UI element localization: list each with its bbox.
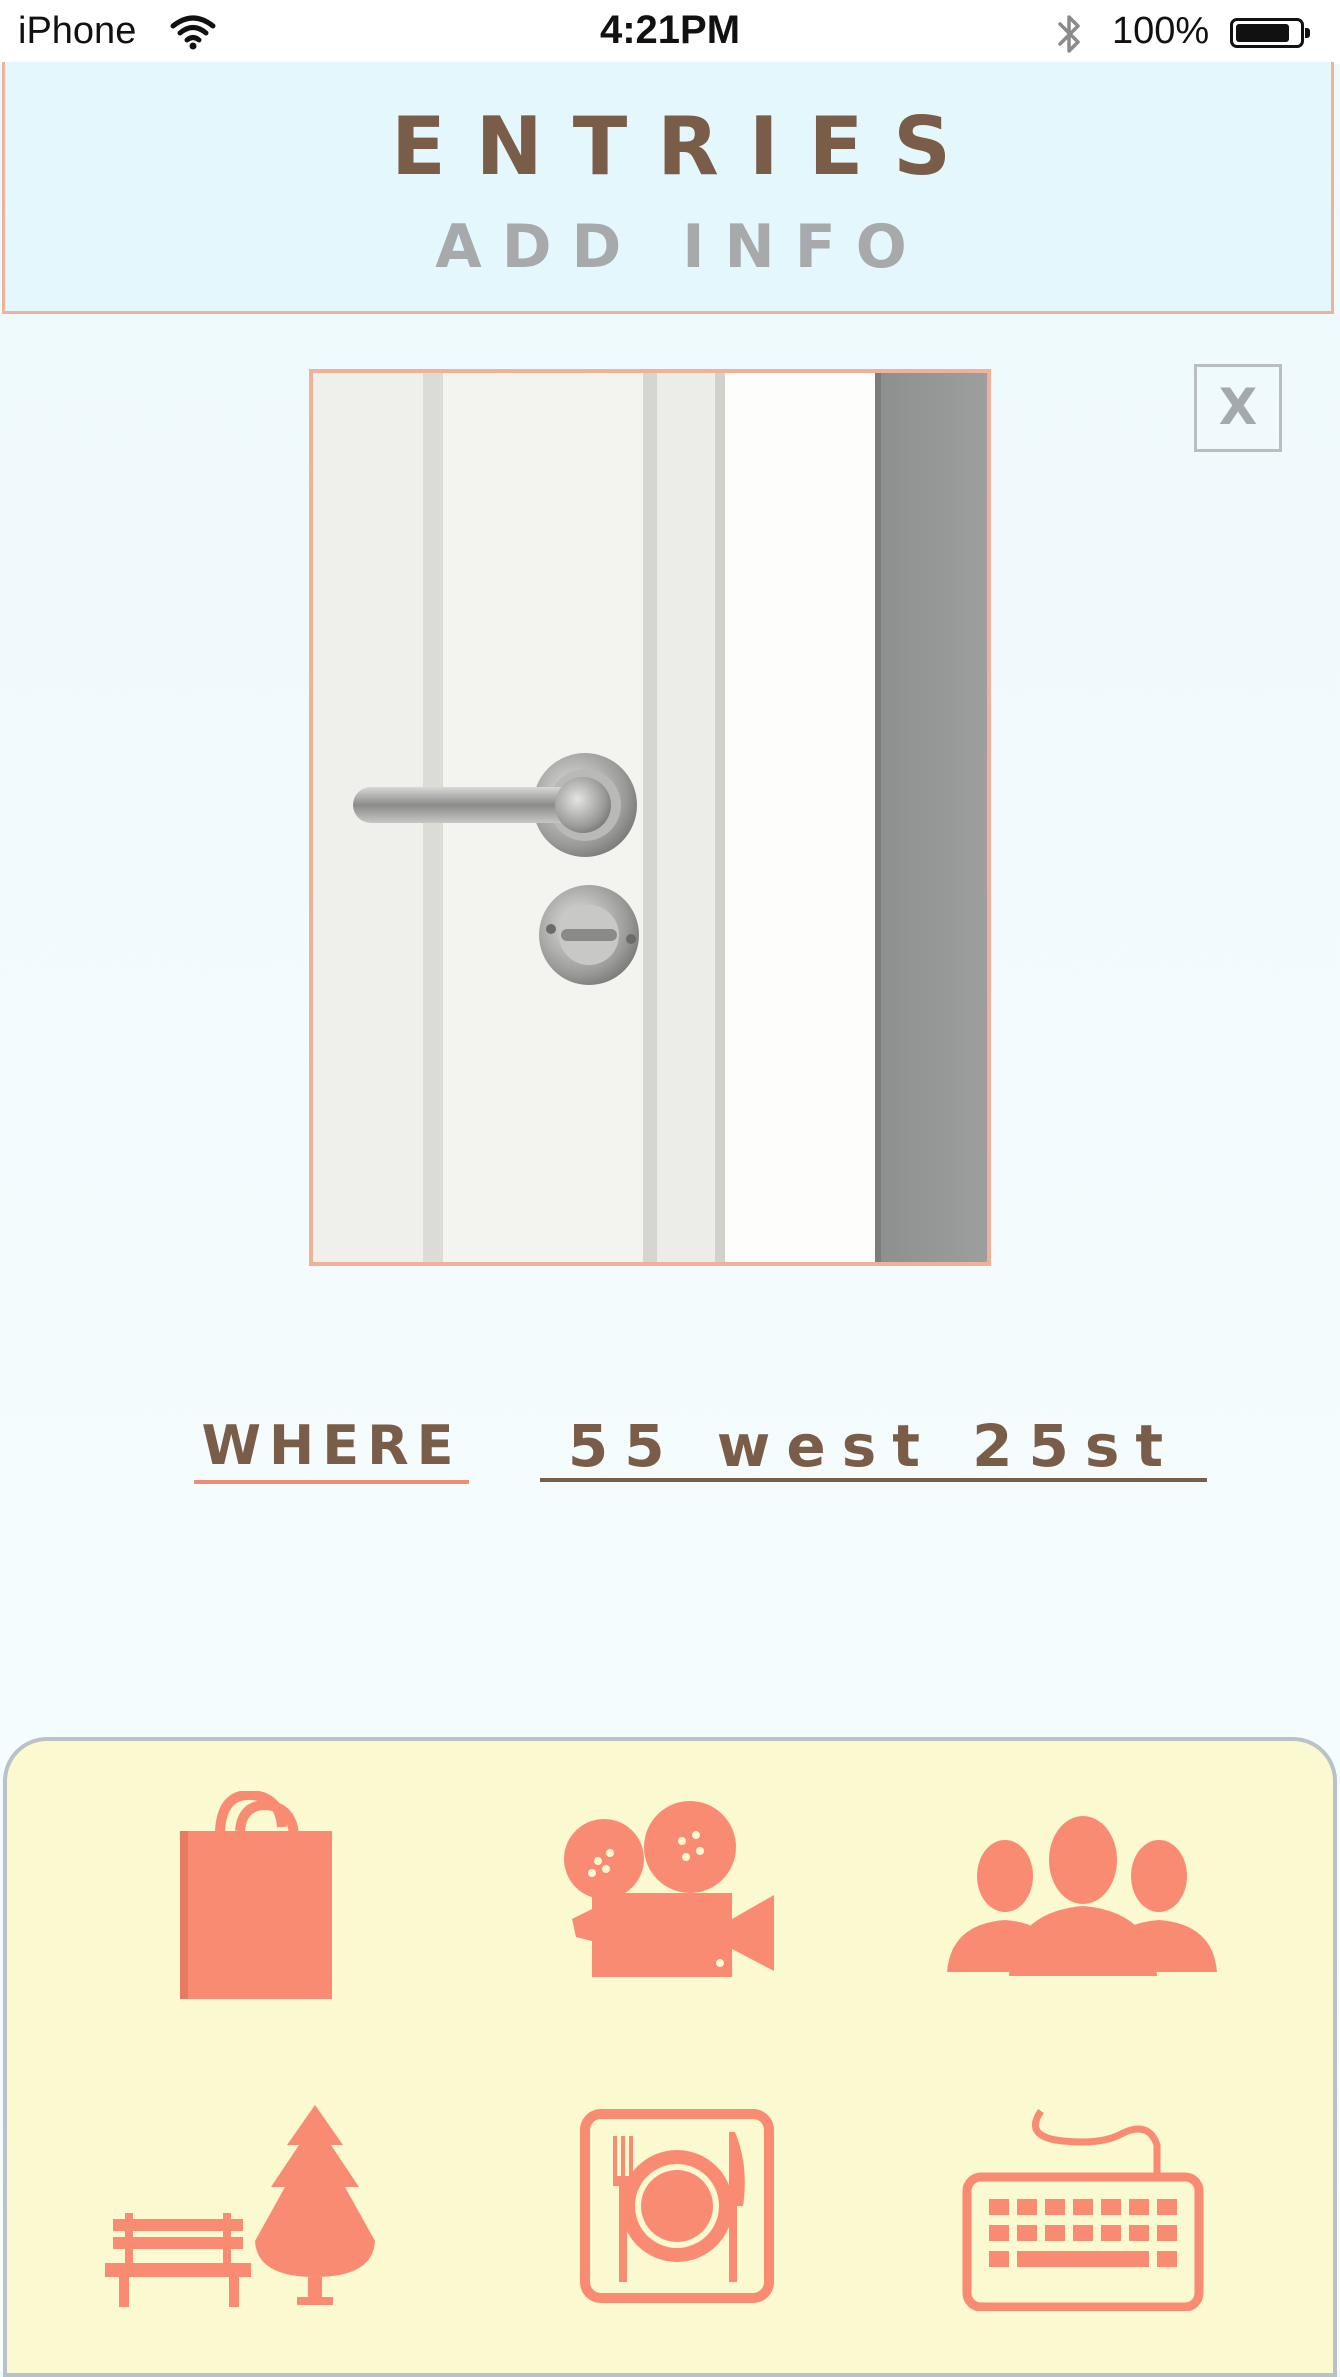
- close-button[interactable]: X: [1194, 364, 1282, 452]
- movie-camera-icon: [564, 1801, 774, 1977]
- keyboard-icon: [962, 2109, 1204, 2311]
- category-parks-button[interactable]: [105, 2081, 405, 2331]
- category-dining-button[interactable]: [527, 2081, 827, 2331]
- category-people-button[interactable]: [933, 1771, 1233, 2021]
- where-input[interactable]: 55 west 25st: [540, 1412, 1207, 1482]
- shopping-bag-icon: [180, 1791, 332, 1999]
- door-handle-photo: [309, 369, 991, 1266]
- category-movies-button[interactable]: [527, 1771, 827, 2021]
- status-bar: iPhone 4:21PM 100%: [0, 0, 1340, 64]
- header: ENTRIES ADD INFO: [2, 62, 1334, 314]
- page-subtitle: ADD INFO: [435, 212, 927, 282]
- category-panel: [3, 1737, 1337, 2377]
- battery-percent: 100%: [1112, 10, 1210, 52]
- park-bench-tree-icon: [105, 2105, 375, 2307]
- where-label: WHERE: [194, 1414, 469, 1484]
- people-group-icon: [947, 1816, 1217, 1976]
- bluetooth-icon: [1052, 12, 1086, 60]
- plate-fork-knife-icon: [580, 2109, 774, 2303]
- battery-fill: [1236, 24, 1289, 42]
- category-keyboard-button[interactable]: [933, 2081, 1233, 2331]
- category-shopping-button[interactable]: [105, 1771, 405, 2021]
- battery-icon: [1230, 18, 1310, 48]
- page-title: ENTRIES: [391, 100, 981, 193]
